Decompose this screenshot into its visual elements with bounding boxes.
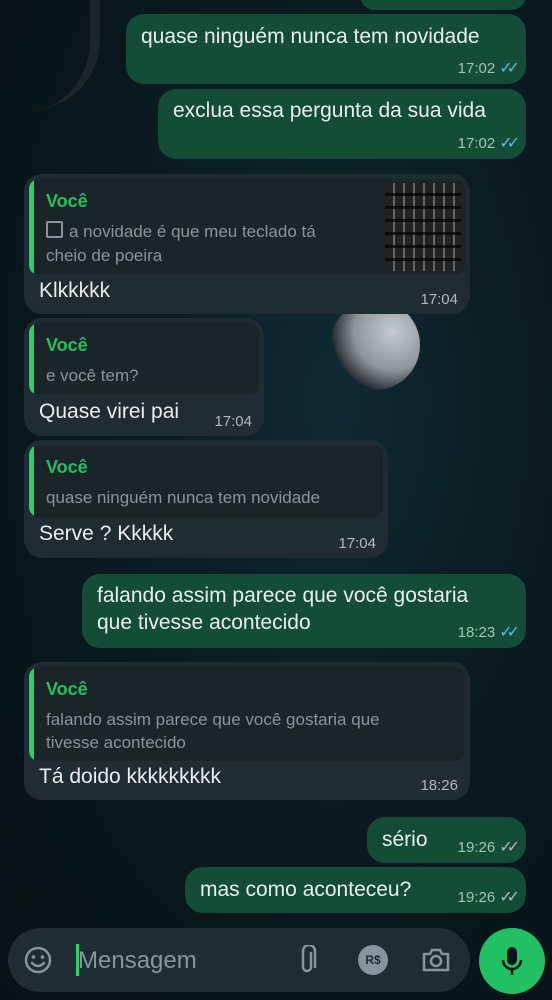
message-bubble-incoming[interactable]: Você e você tem? Quase virei pai 17:04: [24, 318, 264, 436]
emoji-icon[interactable]: [22, 944, 54, 976]
message-time: 17:02: [457, 59, 496, 77]
microphone-button[interactable]: [479, 928, 545, 994]
quote-author: Você: [46, 191, 88, 211]
message-meta: 17:04: [214, 413, 252, 430]
message-bubble-incoming[interactable]: Você a novidade é que meu teclado tá che…: [24, 174, 470, 314]
quote-text: a novidade é que meu teclado tá: [69, 222, 316, 241]
message-bubble-outgoing[interactable]: exclua essa pergunta da sua vida 17:02 ✓…: [158, 89, 526, 159]
message-text: falando assim parece que você gostaria: [97, 584, 469, 607]
message-meta: 18:26: [420, 777, 458, 794]
message-time: 17:02: [457, 134, 496, 152]
message-meta: 19:26 ✓✓: [457, 887, 520, 907]
camera-icon[interactable]: [420, 944, 452, 976]
message-time: 17:04: [420, 291, 458, 308]
quote-author: Você: [46, 335, 88, 355]
wallpaper-decoration: [30, 0, 100, 110]
read-ticks-icon: ✓✓: [499, 624, 520, 641]
message-time: 19:26: [457, 838, 496, 856]
message-bubble-outgoing[interactable]: sério 19:26 ✓✓: [367, 817, 526, 863]
message-meta: 17:02 ✓✓: [457, 58, 520, 78]
message-text: quase ninguém nunca tem novidade: [141, 25, 480, 48]
message-bubble-outgoing[interactable]: falando assim parece que você gostaria q…: [82, 574, 526, 648]
message-input-bar: Mensagem R$: [8, 928, 470, 992]
quote-accent-bar: [29, 445, 34, 517]
delivered-ticks-icon: ✓✓: [499, 889, 520, 906]
message-input[interactable]: Mensagem: [78, 947, 197, 975]
quote-text-line: a novidade é que meu teclado tá: [46, 220, 316, 244]
quote-text-line: cheio de poeira: [46, 246, 163, 265]
delivered-ticks-icon: ✓✓: [499, 839, 520, 856]
message-time: 19:26: [457, 888, 496, 906]
quote-accent-bar: [29, 179, 34, 275]
quoted-message[interactable]: Você quase ninguém nunca tem novidade: [29, 445, 383, 517]
quote-text-line: tivesse acontecido: [46, 733, 186, 752]
image-icon: [46, 221, 63, 238]
message-text: exclua essa pergunta da sua vida: [173, 99, 486, 122]
message-time: 17:04: [214, 413, 252, 430]
microphone-icon: [497, 945, 527, 977]
read-ticks-icon: ✓✓: [499, 135, 520, 152]
message-meta: 17:04: [338, 535, 376, 552]
message-meta: 18:23 ✓✓: [457, 622, 520, 642]
message-bubble-incoming[interactable]: Você quase ninguém nunca tem novidade Se…: [24, 440, 388, 558]
real-currency-icon[interactable]: R$: [358, 945, 388, 975]
quote-accent-bar: [29, 667, 34, 761]
quote-author: Você: [46, 679, 88, 699]
message-text: Serve ? Kkkkk: [39, 522, 174, 545]
quoted-message[interactable]: Você a novidade é que meu teclado tá che…: [29, 179, 465, 275]
quoted-message[interactable]: Você falando assim parece que você gosta…: [29, 667, 465, 761]
message-meta: 17:04: [420, 291, 458, 308]
quote-text-line: falando assim parece que você gostaria q…: [46, 710, 380, 729]
message-text: sério: [382, 828, 428, 851]
message-meta: 19:26 ✓✓: [457, 837, 520, 857]
message-bubble-outgoing[interactable]: mas como aconteceu? 19:26 ✓✓: [185, 867, 526, 913]
read-ticks-icon: ✓✓: [499, 60, 520, 77]
message-text: Klkkkkk: [39, 279, 111, 302]
quote-accent-bar: [29, 323, 34, 395]
message-time: 17:04: [338, 535, 376, 552]
message-text: mas como aconteceu?: [200, 878, 412, 901]
message-time: 18:23: [457, 623, 496, 641]
message-time: 18:26: [420, 777, 458, 794]
message-bubble-partial: [360, 0, 526, 10]
paperclip-icon[interactable]: [292, 944, 324, 976]
quote-text-line: quase ninguém nunca tem novidade: [46, 488, 321, 507]
message-bubble-outgoing[interactable]: quase ninguém nunca tem novidade 17:02 ✓…: [126, 14, 526, 84]
quoted-message[interactable]: Você e você tem?: [29, 323, 259, 395]
message-text: Quase virei pai: [39, 400, 180, 423]
quote-text-line: e você tem?: [46, 366, 139, 385]
quote-image-thumbnail: [385, 183, 461, 271]
message-text: que tivesse acontecido: [97, 611, 311, 634]
message-meta: 17:02 ✓✓: [457, 133, 520, 153]
quote-author: Você: [46, 457, 88, 477]
message-text: Tá doido kkkkkkkkk: [39, 765, 222, 788]
message-bubble-incoming[interactable]: Você falando assim parece que você gosta…: [24, 662, 470, 800]
